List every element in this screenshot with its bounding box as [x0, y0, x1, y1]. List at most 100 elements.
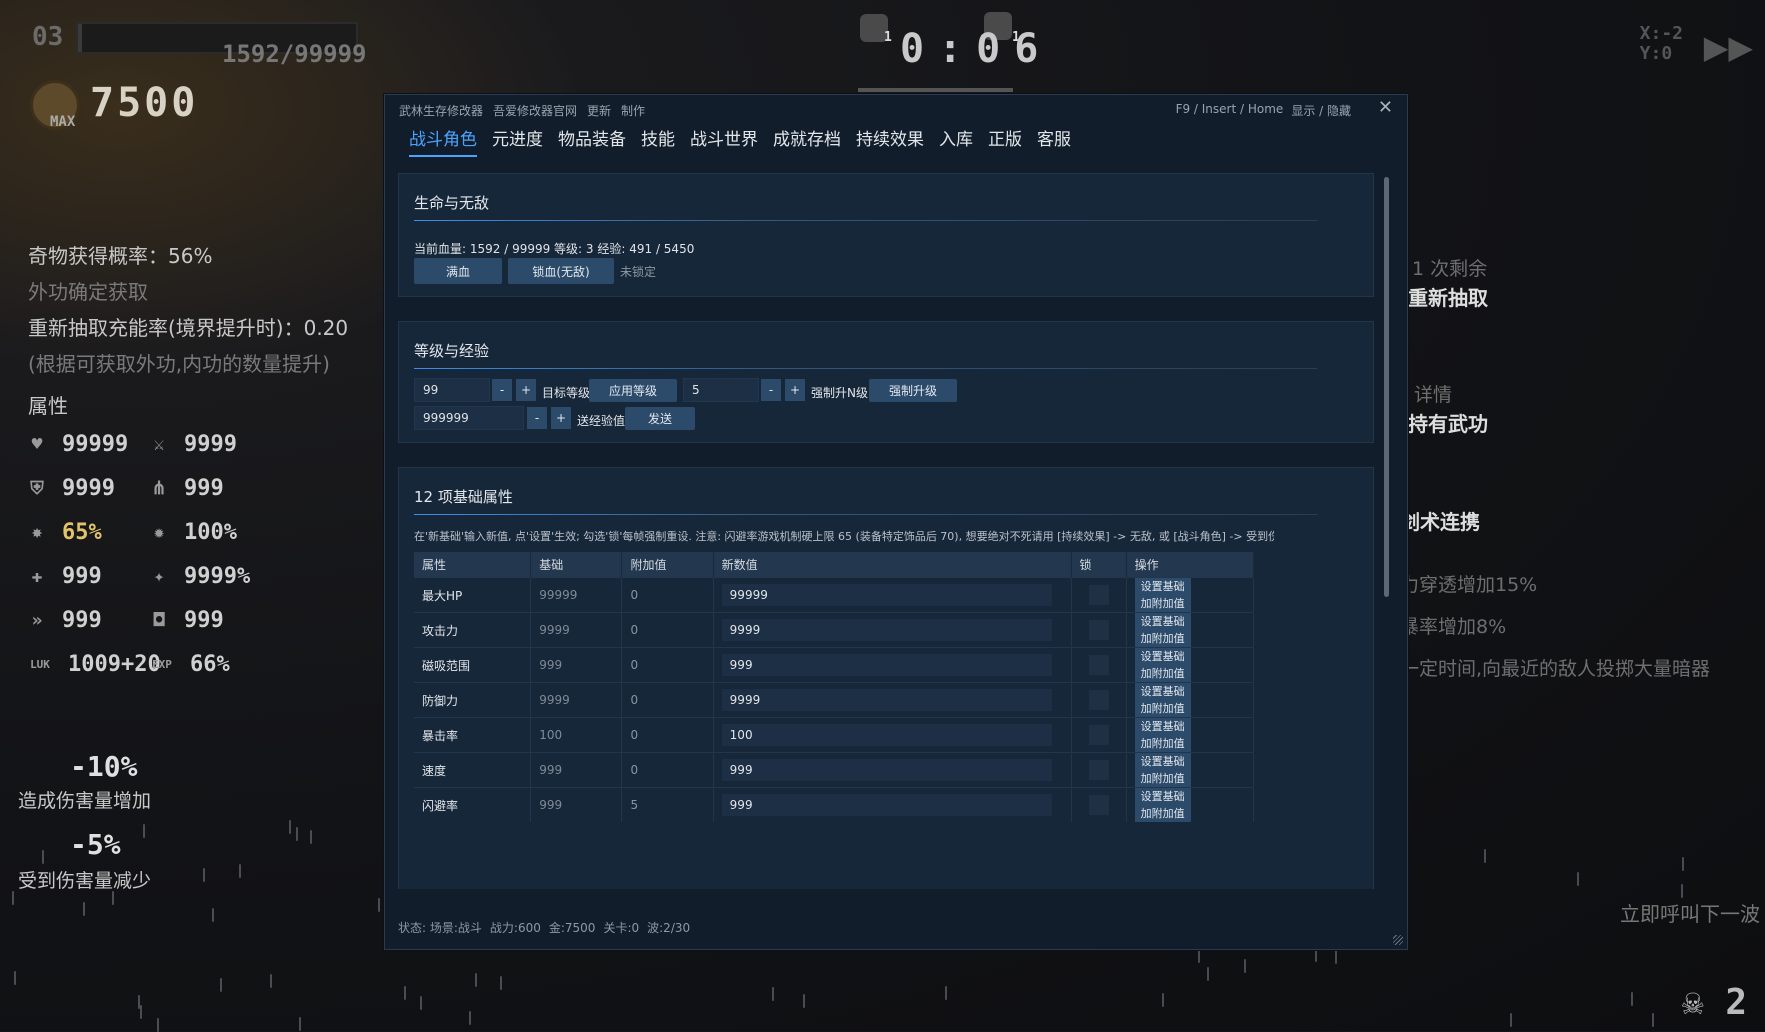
attribute-value: 65%	[62, 520, 102, 545]
tab-4[interactable]: 技能	[641, 125, 675, 157]
stat-line: (根据可获取外功,内功的数量提升)	[28, 352, 330, 376]
resize-grip-icon[interactable]	[1393, 935, 1403, 945]
raindrop	[420, 996, 422, 1010]
tab-1[interactable]: 战斗角色	[409, 125, 477, 157]
attributes-note: 在'新基础'输入新值, 点'设置'生效; 勾选'锁'每帧强制重设. 注意: 闪避…	[414, 530, 1274, 543]
armor-icon: ◘	[153, 609, 165, 631]
attributes-table: 属性 基础 附加值 新数值 锁 操作 最大HP 99999 0 99999 设置基础加附…	[414, 552, 1255, 822]
content-scrollbar[interactable]	[1384, 177, 1389, 597]
new-value-input[interactable]: 999	[721, 794, 1052, 816]
force-levels-increment[interactable]: +	[785, 379, 805, 401]
hotkey-hint: F9 / Insert / Home 显示 / 隐藏	[1176, 102, 1351, 119]
lock-checkbox[interactable]	[1088, 795, 1109, 815]
col-new-value: 新数值	[713, 552, 1072, 578]
force-levels-label: 强制升N级	[811, 386, 868, 400]
raindrop	[1198, 949, 1200, 963]
menu-item-credits[interactable]: 制作	[621, 102, 645, 119]
add-bonus-button[interactable]: 加附加值	[1134, 630, 1191, 647]
lock-checkbox[interactable]	[1088, 620, 1109, 640]
send-exp-button[interactable]: 发送	[625, 407, 695, 430]
tornado-skill-count: 1	[884, 30, 892, 45]
attribute-item: ◘ 999	[148, 608, 224, 633]
force-levels-input[interactable]: 5	[683, 378, 759, 402]
status-item: 金:7500	[548, 921, 596, 935]
menu-item-update[interactable]: 更新	[587, 102, 611, 119]
new-value-input[interactable]: 999	[721, 759, 1052, 781]
target-level-increment[interactable]: +	[516, 379, 536, 401]
close-icon[interactable]: ✕	[1378, 97, 1393, 118]
tab-10[interactable]: 客服	[1037, 125, 1071, 157]
skull-counter: ☠ 2	[1681, 982, 1747, 1023]
set-base-button[interactable]: 设置基础	[1134, 718, 1191, 735]
attribute-value: 99999	[62, 432, 129, 457]
add-bonus-button[interactable]: 加附加值	[1134, 735, 1191, 752]
tab-7[interactable]: 持续效果	[856, 125, 924, 157]
summon-next-wave-text[interactable]: 立即呼叫下一波	[1620, 898, 1760, 927]
lock-checkbox[interactable]	[1088, 655, 1109, 675]
add-bonus-button[interactable]: 加附加值	[1134, 700, 1191, 717]
magnet-icon: ⋔	[151, 477, 167, 499]
menu-item-title[interactable]: 武林生存修改器	[399, 102, 483, 119]
exp-input[interactable]: 999999	[414, 406, 524, 430]
player-level: 03	[32, 22, 64, 52]
tab-6[interactable]: 成就存档	[773, 125, 841, 157]
tab-3[interactable]: 物品装备	[558, 125, 626, 157]
trainer-content: 生命与无敌 当前血量: 1592 / 99999 等级: 3 经验: 491 /…	[398, 173, 1386, 889]
add-bonus-button[interactable]: 加附加值	[1134, 770, 1191, 787]
tab-2[interactable]: 元进度	[492, 125, 543, 157]
attribute-value: 9999%	[184, 564, 251, 589]
set-base-button[interactable]: 设置基础	[1134, 578, 1191, 595]
lock-cell	[1071, 647, 1127, 683]
set-base-button[interactable]: 设置基础	[1134, 788, 1191, 805]
target-level-decrement[interactable]: -	[492, 379, 512, 401]
attribute-value: 9999	[184, 432, 237, 457]
table-row: 闪避率 999 5 999 设置基础加附加值	[414, 787, 1255, 822]
full-hp-button[interactable]: 满血	[414, 258, 502, 284]
new-value-input[interactable]: 100	[721, 724, 1052, 746]
tab-5[interactable]: 战斗世界	[690, 125, 758, 157]
attribute-bonus: 0	[621, 752, 714, 788]
set-base-button[interactable]: 设置基础	[1134, 683, 1191, 700]
add-bonus-button[interactable]: 加附加值	[1134, 595, 1191, 612]
new-value-input[interactable]: 999	[721, 654, 1052, 676]
new-value-cell: 999	[713, 647, 1072, 683]
raindrop	[143, 824, 145, 838]
menu-item-website[interactable]: 吾爱修改器官网	[493, 102, 577, 119]
lock-checkbox[interactable]	[1088, 760, 1109, 780]
set-base-button[interactable]: 设置基础	[1134, 648, 1191, 665]
attribute-name: 暴击率	[414, 717, 532, 753]
fast-forward-icon[interactable]: ▶▶	[1704, 28, 1753, 66]
status-item: 波:2/30	[647, 921, 691, 935]
attribute-base: 99999	[530, 577, 623, 613]
attribute-value: 999	[62, 608, 102, 633]
raindrop	[1681, 884, 1683, 898]
new-value-input[interactable]: 9999	[721, 619, 1052, 641]
lock-checkbox[interactable]	[1088, 725, 1109, 745]
xp-text: 1592/99999	[222, 40, 367, 68]
tab-8[interactable]: 入库	[939, 125, 973, 157]
lock-checkbox[interactable]	[1088, 585, 1109, 605]
target-level-input[interactable]: 99	[414, 378, 490, 402]
add-bonus-button[interactable]: 加附加值	[1134, 805, 1191, 822]
new-value-input[interactable]: 9999	[721, 689, 1052, 711]
table-row: 防御力 9999 0 9999 设置基础加附加值	[414, 682, 1255, 718]
col-actions: 操作	[1126, 552, 1255, 578]
tab-9[interactable]: 正版	[988, 125, 1022, 157]
force-levels-decrement[interactable]: -	[761, 379, 781, 401]
set-base-button[interactable]: 设置基础	[1134, 753, 1191, 770]
attribute-item: » 999	[26, 608, 102, 633]
new-value-input[interactable]: 99999	[721, 584, 1052, 606]
coord-y: Y:0	[1639, 43, 1673, 64]
force-level-up-button[interactable]: 强制升级	[869, 379, 957, 402]
lock-cell	[1071, 752, 1127, 788]
exp-increment[interactable]: +	[551, 407, 571, 429]
exp-decrement[interactable]: -	[527, 407, 547, 429]
lock-hp-button[interactable]: 锁血(无敌)	[508, 258, 614, 284]
set-base-button[interactable]: 设置基础	[1134, 613, 1191, 630]
lock-checkbox[interactable]	[1088, 690, 1109, 710]
raindrop	[239, 864, 241, 878]
add-bonus-button[interactable]: 加附加值	[1134, 665, 1191, 682]
right-panel-text: 1 次剩余	[1412, 258, 1488, 280]
right-panel-text: 详情	[1414, 384, 1453, 406]
apply-level-button[interactable]: 应用等级	[589, 379, 677, 402]
